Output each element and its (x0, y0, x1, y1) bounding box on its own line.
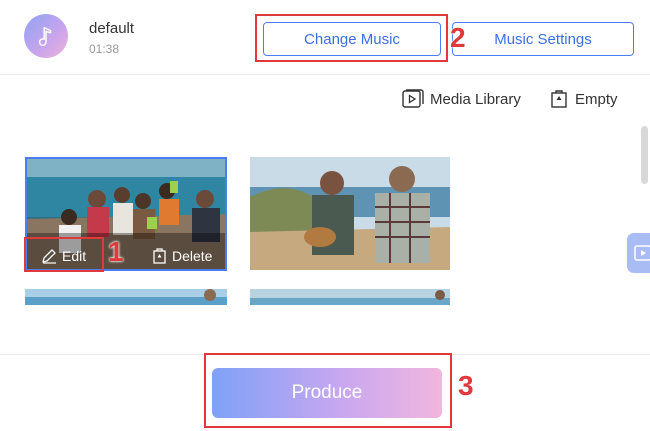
delete-label: Delete (172, 248, 213, 264)
media-library-icon (402, 89, 424, 108)
trash-icon (153, 248, 166, 264)
step-marker-1: 1 (108, 236, 124, 267)
highlight-box-change-music (255, 14, 448, 62)
music-settings-button[interactable]: Music Settings (452, 22, 634, 56)
music-track-name: default (89, 20, 135, 37)
step-marker-2: 2 (450, 22, 466, 53)
music-note-icon (24, 14, 68, 58)
highlight-box-produce (204, 353, 452, 428)
clip-4-image (250, 289, 450, 305)
side-panel-toggle[interactable] (627, 233, 650, 273)
clip-2-image (250, 157, 450, 270)
delete-button[interactable]: Delete (152, 248, 212, 264)
media-library-button[interactable]: Media Library (402, 89, 521, 109)
clip-thumbnail-3[interactable] (25, 289, 227, 305)
media-library-label: Media Library (430, 90, 521, 108)
empty-button[interactable]: Empty (549, 89, 618, 109)
empty-label: Empty (575, 90, 618, 108)
highlight-box-edit (24, 237, 104, 272)
trash-icon (551, 90, 567, 108)
clip-thumbnail-4[interactable] (250, 289, 450, 305)
music-track-duration: 01:38 (89, 42, 120, 56)
scrollbar-thumb[interactable] (641, 126, 648, 184)
clip-thumbnail-2[interactable] (250, 157, 450, 270)
clip-3-image (25, 289, 227, 305)
step-marker-3: 3 (458, 370, 474, 401)
preview-icon (634, 245, 650, 261)
